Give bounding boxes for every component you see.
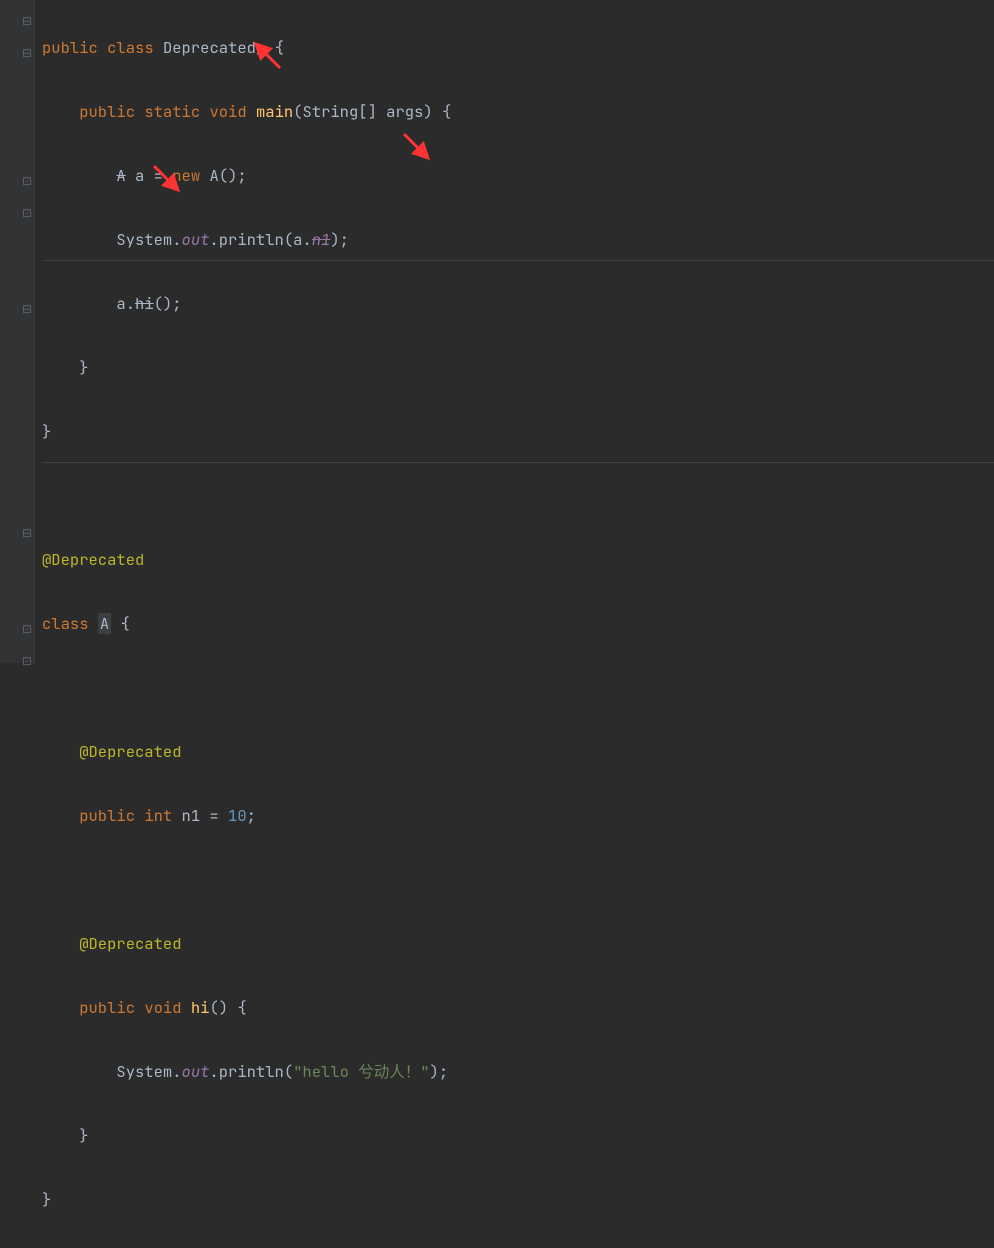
annotation-deprecated: @Deprecated [42,549,144,570]
method-brace: () { [209,997,246,1018]
keyword-public: public [79,805,135,826]
code-line[interactable]: @Deprecated [42,736,451,768]
annotation-deprecated: @Deprecated [79,741,181,762]
code-line[interactable]: public int n1 = 10; [42,800,451,832]
keyword-class: class [42,613,89,634]
keyword-class: class [107,37,154,58]
string-literal: "hello 兮动人！" [293,1061,429,1082]
code-line[interactable]: public static void main(String[] args) { [42,96,451,128]
params: (String[] args) { [293,101,451,122]
annotation-deprecated: @Deprecated [79,933,181,954]
system: System. [116,229,181,250]
fold-marker-icon[interactable]: ⊟ [22,517,32,527]
code-line[interactable]: A a = new A(); [42,160,451,192]
field-out: out [182,229,210,250]
code-line[interactable]: } [42,1120,451,1152]
fold-marker-icon[interactable]: ⊟ [22,5,32,15]
brace-close: } [79,1125,88,1146]
var-decl: a = [126,165,173,186]
gutter: ⊟ ⊟ ⊡ ⊡ ⊟ ⊟ ⊡ ⊡ [0,0,35,663]
keyword-public: public [79,101,135,122]
code-line[interactable]: class A { [42,608,451,640]
fold-marker-icon[interactable]: ⊟ [22,37,32,47]
fold-end-icon[interactable]: ⊡ [22,613,32,623]
method-hi: hi [191,997,210,1018]
fold-end-icon[interactable]: ⊡ [22,645,32,655]
code-line[interactable]: a.hi(); [42,288,451,320]
field-decl: n1 = [172,805,228,826]
code-line[interactable]: } [42,352,451,384]
constructor-call: A(); [200,165,247,186]
deprecated-class-ref: A [116,165,125,186]
keyword-public: public [42,37,98,58]
code-line[interactable]: @Deprecated [42,544,451,576]
keyword-public: public [79,997,135,1018]
close-paren: ); [430,1061,449,1082]
class-name: Deprecated_ [163,37,265,58]
keyword-int: int [144,805,172,826]
semicolon: ; [247,805,256,826]
code-line-blank[interactable] [42,864,451,896]
class-name-highlighted: A [98,613,111,634]
keyword-new: new [172,165,200,186]
separator-line [42,260,994,261]
code-line[interactable]: System.out.println(a.n1); [42,224,451,256]
close-paren: ); [330,229,349,250]
code-line[interactable]: } [42,416,451,448]
keyword-void: void [209,101,246,122]
brace-close: } [79,357,88,378]
brace-close: } [42,1189,51,1210]
system: System. [116,1061,181,1082]
number-literal: 10 [228,805,247,826]
brace-close: } [42,421,51,442]
code-line-blank[interactable] [42,480,451,512]
code-line[interactable]: System.out.println("hello 兮动人！"); [42,1056,451,1088]
code-editor-content[interactable]: public class Deprecated_ { public static… [42,0,451,1248]
fold-end-icon[interactable]: ⊡ [22,197,32,207]
call-parens: (); [154,293,182,314]
code-line[interactable]: public class Deprecated_ { [42,32,451,64]
keyword-void: void [144,997,181,1018]
separator-line [42,462,994,463]
fold-marker-icon[interactable]: ⊟ [22,293,32,303]
method-main: main [256,101,293,122]
deprecated-method-ref: hi [135,293,154,314]
fold-end-icon[interactable]: ⊡ [22,165,32,175]
code-line[interactable]: @Deprecated [42,928,451,960]
code-line[interactable]: } [42,1184,451,1216]
code-line[interactable]: public void hi() { [42,992,451,1024]
println-call: .println(a. [209,229,311,250]
brace: { [111,613,130,634]
keyword-static: static [144,101,200,122]
code-line-blank[interactable] [42,672,451,704]
field-out: out [182,1061,210,1082]
var-ref: a. [116,293,135,314]
deprecated-field-ref: n1 [312,229,331,250]
println-call: .println( [209,1061,293,1082]
brace: { [265,37,284,58]
